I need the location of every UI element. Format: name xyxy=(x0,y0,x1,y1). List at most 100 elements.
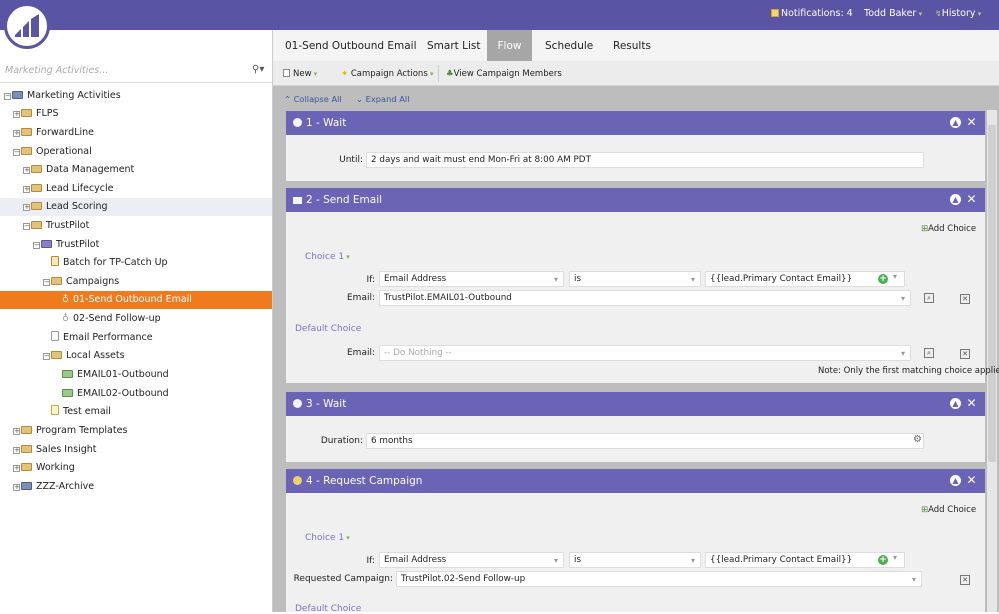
folder-icon xyxy=(31,202,42,210)
tree-item-02-send-follow-up[interactable]: ♁ 02-Send Follow-up xyxy=(0,310,272,328)
tab-flow[interactable]: Flow xyxy=(487,30,532,61)
expand-icon[interactable]: + xyxy=(23,186,30,193)
chevron-down-icon: ▾ xyxy=(975,10,982,18)
until-field[interactable]: 2 days and wait must end Mon-Fri at 8:00… xyxy=(366,152,924,168)
expand-icon[interactable]: + xyxy=(23,204,30,211)
report-icon xyxy=(51,331,59,341)
tree-item-program-templates[interactable]: + Program Templates xyxy=(0,422,272,440)
tab-schedule[interactable]: Schedule xyxy=(533,30,605,61)
tab-program[interactable]: 01-Send Outbound Email xyxy=(273,30,429,61)
operator-select[interactable]: is xyxy=(569,552,701,568)
move-up-icon[interactable]: ▲ xyxy=(950,194,961,205)
flow-step-3-header[interactable]: 3 - Wait xyxy=(286,392,985,416)
preview-icon[interactable]: ⌕ xyxy=(924,348,934,358)
chevron-down-icon[interactable]: ▾ xyxy=(893,272,897,281)
chevron-down-icon: ▾ xyxy=(427,70,434,78)
tree-item-lead-scoring[interactable]: + Lead Scoring xyxy=(0,198,272,216)
tree-item-01-send-outbound-email[interactable]: ♁ 01-Send Outbound Email xyxy=(0,291,272,309)
value-field[interactable]: {{lead.Primary Contact Email}} xyxy=(705,552,905,568)
collapse-icon[interactable]: − xyxy=(13,149,20,156)
until-label: Until: xyxy=(339,155,363,165)
choice-1-label[interactable]: Choice 1 ▾ xyxy=(305,533,350,543)
tree-item-test-email[interactable]: Test email xyxy=(0,403,272,421)
tree-item-sales-insight[interactable]: + Sales Insight xyxy=(0,441,272,459)
flow-step-2-header[interactable]: 2 - Send Email xyxy=(286,188,985,212)
value-field[interactable]: {{lead.Primary Contact Email}} xyxy=(705,271,905,287)
campaign-actions-button[interactable]: ✦ Campaign Actions ▾ xyxy=(341,61,434,86)
collapse-icon: ⌃ xyxy=(284,94,291,104)
email-select[interactable]: TrustPilot.EMAIL01-Outbound xyxy=(379,290,911,306)
tree-item-campaigns[interactable]: − Campaigns xyxy=(0,273,272,291)
close-icon[interactable]: ✕ xyxy=(966,474,977,487)
new-button[interactable]: New ▾ xyxy=(283,61,317,86)
tree-item-zzz-archive[interactable]: + ZZZ-Archive xyxy=(0,478,272,496)
delete-choice-icon[interactable]: ✕ xyxy=(960,294,970,304)
collapse-all-button[interactable]: ⌃ Collapse All xyxy=(284,94,342,104)
tree-item-local-assets[interactable]: − Local Assets xyxy=(0,347,272,365)
expand-icon[interactable]: + xyxy=(13,111,20,118)
expand-all-button[interactable]: ⌄ Expand All xyxy=(356,94,410,104)
tree-item-forwardline[interactable]: + ForwardLine xyxy=(0,124,272,142)
flow-step-4-header[interactable]: 4 - Request Campaign xyxy=(286,469,985,493)
operator-select[interactable]: is xyxy=(569,271,701,287)
expand-icon[interactable]: + xyxy=(13,465,20,472)
view-campaign-members-button[interactable]: ♣View Campaign Members xyxy=(446,61,562,86)
expand-icon[interactable]: + xyxy=(13,130,20,137)
tab-smart-list[interactable]: Smart List xyxy=(415,30,492,61)
delete-default-icon[interactable]: ✕ xyxy=(960,349,970,359)
default-email-select[interactable]: -- Do Nothing -- xyxy=(379,345,911,361)
tree-item-trustpilot-program[interactable]: − TrustPilot xyxy=(0,236,272,254)
tree-item-operational[interactable]: − Operational xyxy=(0,143,272,161)
expand-icon[interactable]: + xyxy=(13,484,20,491)
expand-icon[interactable]: + xyxy=(13,428,20,435)
preview-icon[interactable]: ⌕ xyxy=(924,293,934,303)
close-icon[interactable]: ✕ xyxy=(966,397,977,410)
new-icon xyxy=(283,69,290,77)
if-field-select[interactable]: Email Address xyxy=(379,552,564,568)
lightbulb-icon: ✦ xyxy=(341,69,349,79)
collapse-icon[interactable]: − xyxy=(43,279,50,286)
lightbulb-icon: ♁ xyxy=(62,313,69,324)
requested-campaign-select[interactable]: TrustPilot.02-Send Follow-up xyxy=(396,571,922,587)
add-condition-icon[interactable]: + xyxy=(878,274,888,284)
scrollbar-thumb[interactable] xyxy=(988,125,996,462)
tree-item-lead-lifecycle[interactable]: + Lead Lifecycle xyxy=(0,180,272,198)
tree-item-trustpilot-folder[interactable]: − TrustPilot xyxy=(0,217,272,235)
move-up-icon[interactable]: ▲ xyxy=(950,117,961,128)
tree-item-flps[interactable]: + FLPS xyxy=(0,105,272,123)
filter-icon[interactable]: ⚲▾ xyxy=(252,64,264,75)
tab-results[interactable]: Results xyxy=(601,30,663,61)
marketo-logo[interactable] xyxy=(4,3,50,49)
collapse-icon[interactable]: − xyxy=(23,223,30,230)
expand-icon[interactable]: + xyxy=(23,167,30,174)
if-field-select[interactable]: Email Address xyxy=(379,271,564,287)
tree-item-working[interactable]: + Working xyxy=(0,459,272,477)
close-icon[interactable]: ✕ xyxy=(966,116,977,129)
chevron-down-icon[interactable]: ▾ xyxy=(893,553,897,562)
move-up-icon[interactable]: ▲ xyxy=(950,475,961,486)
delete-choice-icon[interactable]: ✕ xyxy=(960,575,970,585)
tree-item-marketing-activities[interactable]: − Marketing Activities xyxy=(0,87,272,105)
move-up-icon[interactable]: ▲ xyxy=(950,398,961,409)
gear-icon[interactable]: ⚙ xyxy=(913,434,922,445)
collapse-icon[interactable]: − xyxy=(33,242,40,249)
flow-step-1-header[interactable]: 1 - Wait xyxy=(286,111,985,135)
expand-icon[interactable]: + xyxy=(13,447,20,454)
choice-1-label[interactable]: Choice 1 ▾ xyxy=(305,252,350,262)
user-menu[interactable]: Todd Baker ▾ xyxy=(864,8,922,19)
notifications-link[interactable]: Notifications: 4 xyxy=(771,8,853,19)
clock-icon xyxy=(293,399,302,408)
collapse-icon[interactable]: − xyxy=(4,93,11,100)
collapse-icon[interactable]: − xyxy=(43,353,50,360)
close-icon[interactable]: ✕ xyxy=(966,193,977,206)
tree-item-email01-outbound[interactable]: EMAIL01-Outbound xyxy=(0,366,272,384)
duration-field[interactable]: 6 months xyxy=(366,433,924,449)
tree-item-email02-outbound[interactable]: EMAIL02-Outbound xyxy=(0,385,272,403)
tree-item-email-performance[interactable]: Email Performance xyxy=(0,329,272,347)
tree-item-batch-for-tp-catch-up[interactable]: Batch for TP-Catch Up xyxy=(0,254,272,272)
add-choice-button[interactable]: ⊞Add Choice xyxy=(921,224,976,234)
add-condition-icon[interactable]: + xyxy=(878,555,888,565)
history-menu[interactable]: ↯History ▾ xyxy=(935,8,981,19)
add-choice-button[interactable]: ⊞Add Choice xyxy=(921,505,976,515)
tree-item-data-management[interactable]: + Data Management xyxy=(0,161,272,179)
